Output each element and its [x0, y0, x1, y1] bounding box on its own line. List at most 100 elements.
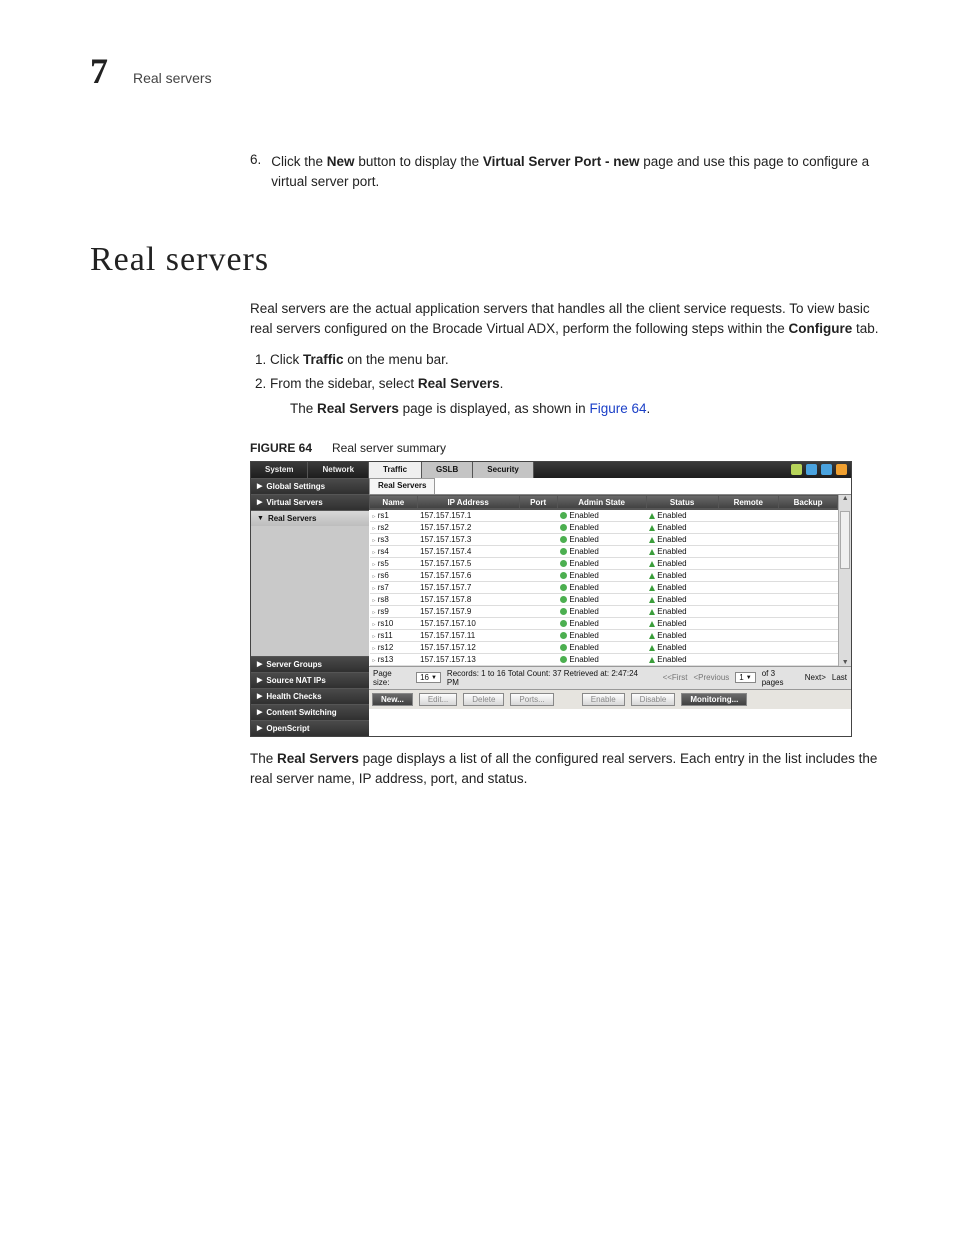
table-row[interactable]: ▹ rs11157.157.157.11 Enabled Enabled: [370, 629, 838, 641]
step6-text: Click the New button to display the Virt…: [271, 152, 894, 191]
status-up-icon: [649, 561, 655, 567]
sidebar-item-groups[interactable]: ▶Server Groups: [251, 656, 369, 672]
table-row[interactable]: ▹ rs7157.157.157.7 Enabled Enabled: [370, 581, 838, 593]
delete-button[interactable]: Delete: [463, 693, 504, 706]
chapter-number: 7: [90, 50, 108, 92]
enable-button[interactable]: Enable: [582, 693, 625, 706]
table-row[interactable]: ▹ rs8157.157.157.8 Enabled Enabled: [370, 593, 838, 605]
sidebar-item-nat[interactable]: ▶Source NAT IPs: [251, 672, 369, 688]
col-port[interactable]: Port: [519, 495, 557, 509]
chevron-down-icon: ▼: [257, 515, 264, 522]
table-row[interactable]: ▹ rs3157.157.157.3 Enabled Enabled: [370, 533, 838, 545]
status-up-icon: [649, 597, 655, 603]
disable-button[interactable]: Disable: [631, 693, 676, 706]
tab-traffic[interactable]: Traffic: [369, 462, 422, 478]
status-up-icon: [649, 549, 655, 555]
chevron-right-icon: ▶: [257, 676, 262, 684]
screenshot-real-servers: System Network Traffic GSLB Security ▶Gl…: [250, 461, 852, 737]
new-button[interactable]: New...: [372, 693, 413, 706]
tab-security[interactable]: Security: [473, 462, 534, 478]
first-page-link[interactable]: <<First: [663, 673, 688, 682]
menu-bar: System Network Traffic GSLB Security: [251, 462, 851, 478]
chevron-right-icon: ▶: [257, 660, 262, 668]
status-dot-icon: [560, 572, 567, 579]
status-dot-icon: [560, 608, 567, 615]
content-tab-realservers[interactable]: Real Servers: [369, 478, 435, 494]
pagination-bar: Page size: 16▼ Records: 1 to 16 Total Co…: [369, 666, 851, 689]
scroll-thumb[interactable]: [840, 511, 850, 569]
refresh-icon[interactable]: [806, 464, 817, 475]
step-1: Click Traffic on the menu bar.: [270, 348, 894, 372]
chevron-right-icon: ▶: [257, 708, 262, 716]
steps-list: Click Traffic on the menu bar. From the …: [250, 348, 894, 427]
col-admin[interactable]: Admin State: [557, 495, 646, 509]
table-row[interactable]: ▹ rs6157.157.157.6 Enabled Enabled: [370, 569, 838, 581]
status-dot-icon: [560, 596, 567, 603]
page-number-select[interactable]: 1▼: [735, 672, 755, 683]
status-up-icon: [649, 585, 655, 591]
sidebar-item-real[interactable]: ▼Real Servers: [251, 510, 369, 526]
ports-button[interactable]: Ports...: [510, 693, 553, 706]
status-up-icon: [649, 573, 655, 579]
table-row[interactable]: ▹ rs13157.157.157.13 Enabled Enabled: [370, 653, 838, 665]
status-up-icon: [649, 513, 655, 519]
real-servers-table: Name IP Address Port Admin State Status …: [369, 495, 838, 666]
sidebar-item-virtual[interactable]: ▶Virtual Servers: [251, 494, 369, 510]
col-remote[interactable]: Remote: [718, 495, 778, 509]
col-name[interactable]: Name: [370, 495, 418, 509]
help-icon[interactable]: [836, 464, 847, 475]
status-up-icon: [649, 633, 655, 639]
post-paragraph: The Real Servers page displays a list of…: [250, 749, 894, 788]
col-ip[interactable]: IP Address: [417, 495, 519, 509]
tab-network[interactable]: Network: [308, 462, 369, 478]
status-dot-icon: [560, 536, 567, 543]
chevron-right-icon: ▶: [257, 482, 262, 490]
col-status[interactable]: Status: [646, 495, 718, 509]
intro-paragraph: Real servers are the actual application …: [250, 299, 894, 338]
status-up-icon: [649, 609, 655, 615]
edit-button[interactable]: Edit...: [419, 693, 457, 706]
table-row[interactable]: ▹ rs5157.157.157.5 Enabled Enabled: [370, 557, 838, 569]
col-backup[interactable]: Backup: [778, 495, 837, 509]
status-dot-icon: [560, 548, 567, 555]
toolbar-icon[interactable]: [791, 464, 802, 475]
page-header: 7 Real servers: [90, 50, 894, 92]
scroll-down-icon[interactable]: ▼: [839, 659, 851, 666]
status-dot-icon: [560, 644, 567, 651]
table-row[interactable]: ▹ rs1157.157.157.1 Enabled Enabled: [370, 509, 838, 521]
last-page-link[interactable]: Last: [832, 673, 847, 682]
table-row[interactable]: ▹ rs12157.157.157.12 Enabled Enabled: [370, 641, 838, 653]
prev-page-link[interactable]: <Previous: [693, 673, 729, 682]
status-up-icon: [649, 621, 655, 627]
scrollbar[interactable]: ▲ ▼: [838, 495, 851, 666]
sidebar-item-global[interactable]: ▶Global Settings: [251, 478, 369, 494]
monitoring-button[interactable]: Monitoring...: [681, 693, 747, 706]
status-dot-icon: [560, 584, 567, 591]
records-info: Records: 1 to 16 Total Count: 37 Retriev…: [447, 669, 651, 687]
sidebar-item-openscript[interactable]: ▶OpenScript: [251, 720, 369, 736]
table-row[interactable]: ▹ rs10157.157.157.10 Enabled Enabled: [370, 617, 838, 629]
figure-link[interactable]: Figure 64: [589, 401, 646, 416]
status-dot-icon: [560, 560, 567, 567]
status-up-icon: [649, 645, 655, 651]
step6-number: 6.: [250, 152, 261, 201]
tab-system[interactable]: System: [251, 462, 308, 478]
sidebar-item-content[interactable]: ▶Content Switching: [251, 704, 369, 720]
table-row[interactable]: ▹ rs4157.157.157.4 Enabled Enabled: [370, 545, 838, 557]
save-icon[interactable]: [821, 464, 832, 475]
status-dot-icon: [560, 524, 567, 531]
next-page-link[interactable]: Next>: [805, 673, 826, 682]
status-dot-icon: [560, 620, 567, 627]
chevron-right-icon: ▶: [257, 498, 262, 506]
tab-gslb[interactable]: GSLB: [422, 462, 473, 478]
section-heading: Real servers: [90, 241, 894, 279]
scroll-up-icon[interactable]: ▲: [839, 495, 851, 502]
chevron-right-icon: ▶: [257, 692, 262, 700]
status-up-icon: [649, 525, 655, 531]
sidebar-item-health[interactable]: ▶Health Checks: [251, 688, 369, 704]
status-dot-icon: [560, 656, 567, 663]
page-size-select[interactable]: 16▼: [416, 672, 441, 683]
table-row[interactable]: ▹ rs9157.157.157.9 Enabled Enabled: [370, 605, 838, 617]
page-header-title: Real servers: [133, 70, 212, 86]
table-row[interactable]: ▹ rs2157.157.157.2 Enabled Enabled: [370, 521, 838, 533]
